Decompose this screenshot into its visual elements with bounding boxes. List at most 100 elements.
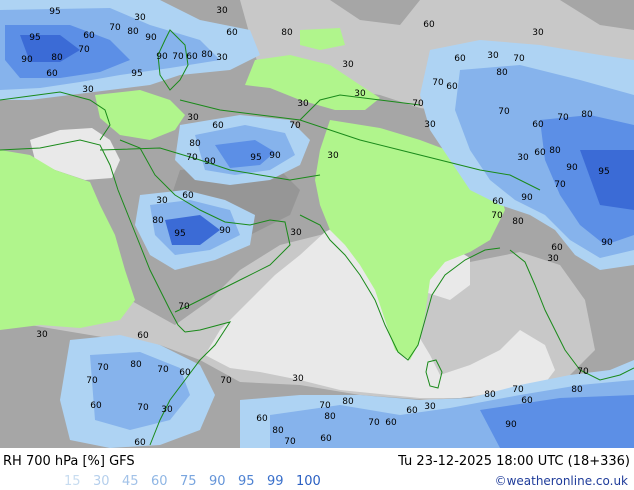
contour-label: 80 bbox=[496, 68, 508, 78]
contour-label: 80 bbox=[512, 217, 524, 227]
contour-label: 70 bbox=[319, 401, 331, 411]
contour-label: 30 bbox=[82, 85, 94, 95]
contour-label: 30 bbox=[424, 402, 436, 412]
contour-label: 80 bbox=[272, 426, 284, 436]
contour-label: 60 bbox=[134, 438, 146, 448]
contour-label: 60 bbox=[137, 331, 149, 341]
rh-map-canvas: 95303070 809060 60 809590 807060 9590 70 60 80 30… bbox=[0, 0, 634, 448]
contour-label: 30 bbox=[424, 120, 436, 130]
contour-label: 60 bbox=[551, 243, 563, 253]
contour-label: 60 bbox=[385, 418, 397, 428]
contour-label: 70 bbox=[432, 78, 444, 88]
contour-label: 60 bbox=[46, 69, 58, 79]
contour-label: 60 bbox=[179, 368, 191, 378]
contour-label: 30 bbox=[290, 228, 302, 238]
contour-label: 30 bbox=[161, 405, 173, 415]
contour-label: 60 bbox=[83, 31, 95, 41]
contour-label: 70 bbox=[178, 302, 190, 312]
contour-label: 90 bbox=[21, 55, 33, 65]
contour-label: 30 bbox=[354, 89, 366, 99]
contour-label: 70 bbox=[368, 418, 380, 428]
contour-label: 30 bbox=[517, 153, 529, 163]
contour-label: 90 bbox=[156, 52, 168, 62]
contour-label: 70 bbox=[412, 99, 424, 109]
contour-label: 95 bbox=[49, 7, 60, 17]
contour-label: 60 bbox=[186, 52, 198, 62]
contour-label: 60 bbox=[182, 191, 194, 201]
contour-label: 95 bbox=[131, 69, 142, 79]
contour-label: 90 bbox=[505, 420, 517, 430]
contour-label: 30 bbox=[134, 13, 146, 23]
contour-label: 90 bbox=[219, 226, 231, 236]
contour-label: 80 bbox=[281, 28, 293, 38]
contour-label: 30 bbox=[342, 60, 354, 70]
contour-label: 30 bbox=[487, 51, 499, 61]
contour-label: 70 bbox=[498, 107, 510, 117]
contour-label: 80 bbox=[127, 27, 139, 37]
contour-label: 90 bbox=[566, 163, 578, 173]
contour-label: 70 bbox=[512, 385, 524, 395]
contour-label: 80 bbox=[152, 216, 164, 226]
contour-label: 80 bbox=[571, 385, 583, 395]
contour-label: 70 bbox=[157, 365, 169, 375]
contour-label: 60 bbox=[226, 28, 238, 38]
weather-map: 95 30 30 70 80 90 60 60 80 95 90 80 70 60 95 90 70 60 80 30… bbox=[0, 0, 634, 448]
contour-label: 70 bbox=[220, 376, 232, 386]
contour-label: 30 bbox=[547, 254, 559, 264]
contour-label: 60 bbox=[320, 434, 332, 444]
contour-label: 60 bbox=[534, 148, 546, 158]
contour-label: 30 bbox=[156, 196, 168, 206]
contour-label: 30 bbox=[532, 28, 544, 38]
contour-label: 60 bbox=[90, 401, 102, 411]
contour-label: 95 bbox=[250, 153, 261, 163]
contour-label: 80 bbox=[581, 110, 593, 120]
contour-label: 70 bbox=[137, 403, 149, 413]
map-title: RH 700 hPa [%] GFS bbox=[3, 454, 135, 469]
contour-label: 30 bbox=[216, 6, 228, 16]
contour-label: 70 bbox=[513, 54, 525, 64]
contour-label: 90 bbox=[269, 151, 281, 161]
legend-value: 15 bbox=[64, 474, 81, 489]
map-datetime: Tu 23-12-2025 18:00 UTC (18+336) bbox=[398, 454, 630, 469]
contour-label: 80 bbox=[549, 146, 561, 156]
contour-label: 80 bbox=[324, 412, 336, 422]
contour-label: 70 bbox=[172, 52, 184, 62]
legend-value: 99 bbox=[267, 474, 284, 489]
contour-label: 95 bbox=[174, 229, 185, 239]
contour-label: 30 bbox=[327, 151, 339, 161]
legend-value: 30 bbox=[93, 474, 110, 489]
contour-label: 70 bbox=[284, 437, 296, 447]
contour-label: 70 bbox=[577, 367, 589, 377]
contour-label: 90 bbox=[521, 193, 533, 203]
legend-value: 45 bbox=[122, 474, 139, 489]
contour-label: 80 bbox=[342, 397, 354, 407]
legend-value: 60 bbox=[151, 474, 168, 489]
contour-label: 30 bbox=[36, 330, 48, 340]
contour-label: 70 bbox=[186, 153, 198, 163]
legend-value: 90 bbox=[209, 474, 226, 489]
contour-label: 60 bbox=[406, 406, 418, 416]
contour-label: 60 bbox=[446, 82, 458, 92]
rh-legend: 15 30 45 60 75 90 95 99 100 bbox=[64, 474, 325, 489]
contour-label: 60 bbox=[454, 54, 466, 64]
contour-label: 70 bbox=[86, 376, 98, 386]
contour-label: 80 bbox=[189, 139, 201, 149]
credit-link[interactable]: ©weatheronline.co.uk bbox=[495, 474, 628, 488]
contour-label: 60 bbox=[532, 120, 544, 130]
contour-label: 60 bbox=[492, 197, 504, 207]
contour-label: 30 bbox=[297, 99, 309, 109]
contour-label: 60 bbox=[521, 396, 533, 406]
contour-label: 95 bbox=[29, 33, 40, 43]
contour-label: 90 bbox=[204, 157, 216, 167]
contour-label: 80 bbox=[201, 50, 213, 60]
contour-label: 70 bbox=[554, 180, 566, 190]
legend-value: 75 bbox=[180, 474, 197, 489]
legend-value: 95 bbox=[238, 474, 255, 489]
contour-label: 60 bbox=[423, 20, 435, 30]
contour-label: 30 bbox=[187, 113, 199, 123]
contour-label: 95 bbox=[598, 167, 609, 177]
contour-label: 30 bbox=[216, 53, 228, 63]
contour-label: 80 bbox=[51, 53, 63, 63]
contour-label: 70 bbox=[557, 113, 569, 123]
contour-label: 70 bbox=[97, 363, 109, 373]
